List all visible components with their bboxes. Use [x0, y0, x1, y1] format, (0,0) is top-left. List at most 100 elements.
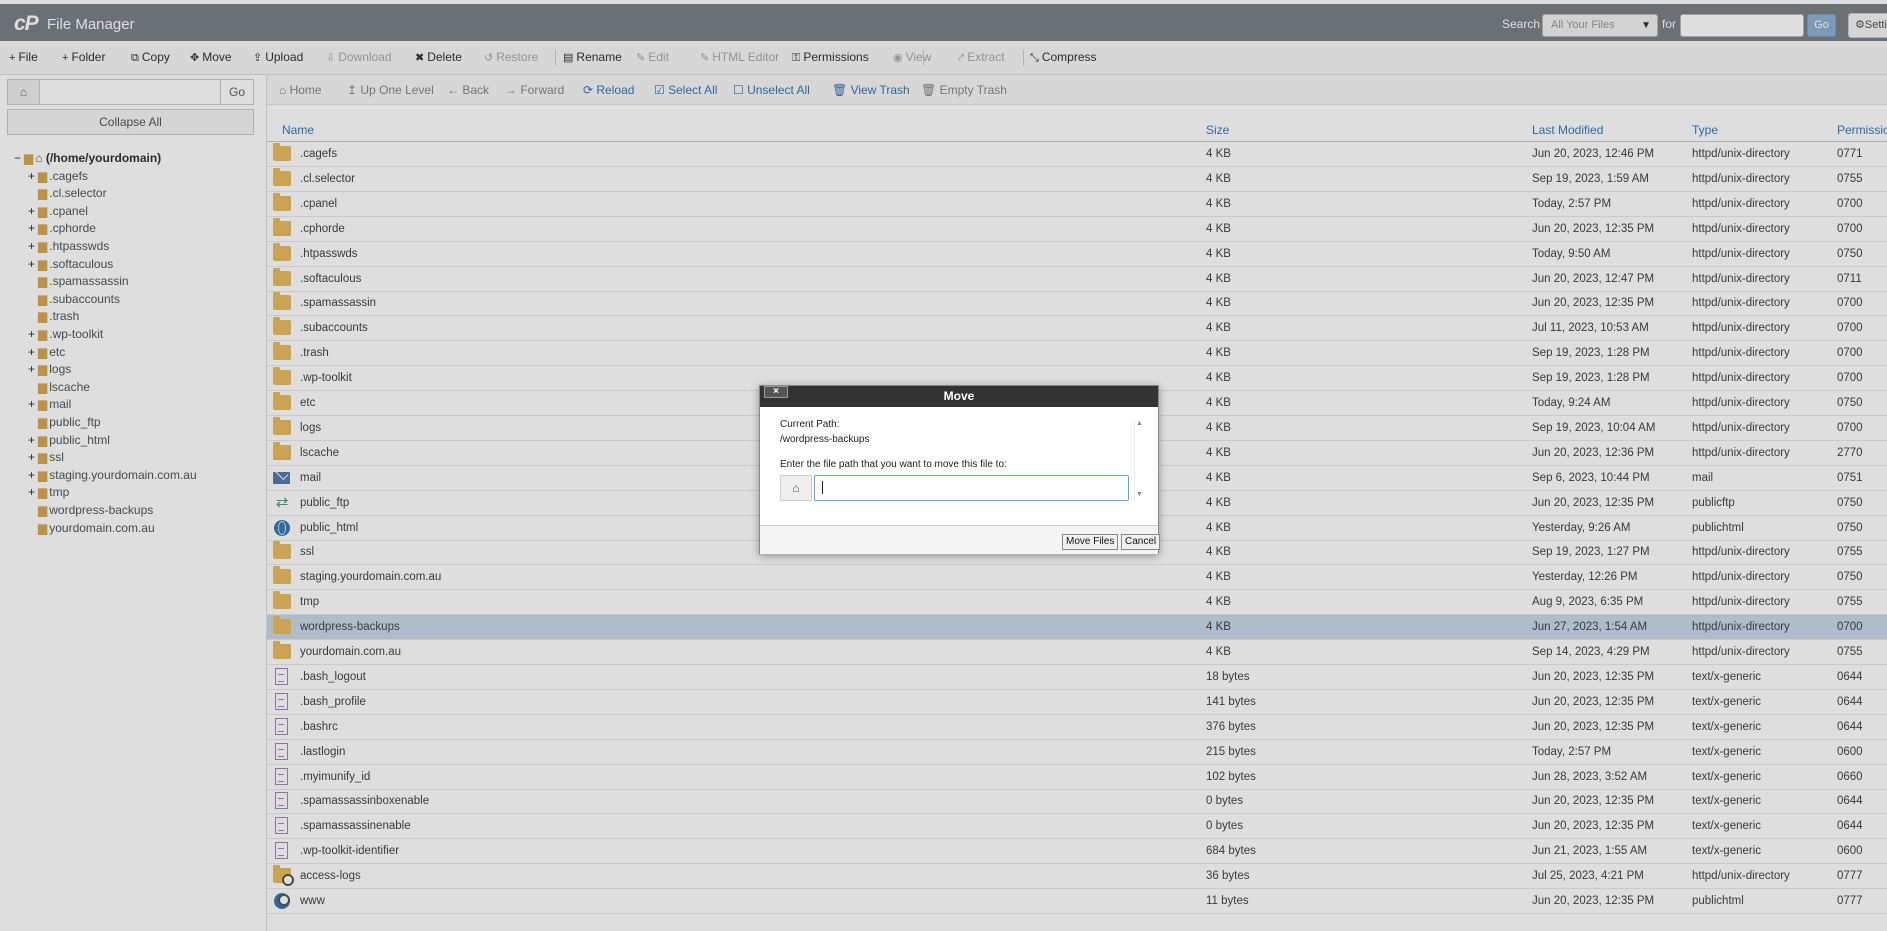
expand-icon[interactable]: +	[28, 433, 38, 447]
collapse-icon[interactable]: −	[14, 151, 24, 165]
tree-item[interactable]: ▆ .cl.selector	[28, 186, 107, 200]
home-button[interactable]: ⌂ Home	[279, 83, 322, 97]
tree-item[interactable]: ▆ wordpress-backups	[28, 503, 153, 517]
view-trash-button[interactable]: 🗑 View Trash	[832, 83, 910, 97]
tree-item[interactable]: + ▆ .softaculous	[28, 257, 113, 271]
empty-trash-button[interactable]: 🗑 Empty Trash	[921, 83, 1007, 97]
tree-item[interactable]: ▆ yourdomain.com.au	[28, 521, 155, 535]
destination-path-input[interactable]	[814, 475, 1129, 501]
column-permissions[interactable]: Permissions	[1837, 123, 1887, 137]
tree-item[interactable]: + ▆ mail	[28, 397, 71, 411]
collapse-all-button[interactable]: Collapse All	[7, 109, 254, 135]
table-row[interactable]: .cagefs 4 KB Jun 20, 2023, 12:46 PM httpd/u…	[267, 142, 1887, 167]
tree-item[interactable]: − ▆ ⌂ (/home/yourdomain)	[14, 151, 161, 165]
tree-item[interactable]: ▆ .trash	[28, 309, 79, 323]
up-one-level-button[interactable]: ↥ Up One Level	[347, 83, 434, 97]
delete-button[interactable]: ✖ Delete	[415, 50, 462, 64]
tree-item[interactable]: ▆ .subaccounts	[28, 292, 120, 306]
search-input[interactable]	[1680, 14, 1804, 37]
expand-icon[interactable]: +	[28, 397, 38, 411]
permissions-button[interactable]: ⚿ Permissions	[792, 50, 869, 65]
compress-button[interactable]: ⤡ Compress	[1030, 50, 1097, 65]
table-row[interactable]: .spamassassin 4 KB Jun 20, 2023, 12:35 PM h…	[267, 291, 1887, 317]
column-last-modified[interactable]: Last Modified	[1532, 123, 1603, 137]
table-row[interactable]: .myimunify_id 102 bytes Jun 28, 2023, 3:52…	[267, 765, 1887, 790]
table-row[interactable]: .cphorde 4 KB Jun 20, 2023, 12:35 PM httpd/…	[267, 217, 1887, 242]
column-size[interactable]: Size	[1206, 123, 1229, 137]
expand-icon[interactable]: +	[28, 257, 38, 271]
dialog-scrollbar[interactable]: ▲ ▼	[1134, 420, 1144, 502]
tree-item[interactable]: + ▆ staging.yourdomain.com.au	[28, 468, 197, 482]
table-row[interactable]: www 11 bytes Jun 20, 2023, 12:35 PM publich…	[267, 889, 1887, 914]
table-row[interactable]: .spamassassinenable 0 bytes Jun 20, 2023, …	[267, 814, 1887, 840]
expand-icon[interactable]: +	[28, 450, 38, 464]
file-button[interactable]: + File	[9, 50, 38, 64]
table-row[interactable]: tmp 4 KB Aug 9, 2023, 6:35 PM httpd/unix-di…	[267, 590, 1887, 616]
tree-item[interactable]: + ▆ logs	[28, 362, 71, 376]
rename-button[interactable]: ▤ Rename	[563, 50, 622, 64]
tree-item[interactable]: + ▆ public_html	[28, 433, 110, 447]
table-row[interactable]: .bash_profile 141 bytes Jun 20, 2023, 12:3…	[267, 690, 1887, 715]
column-type[interactable]: Type	[1692, 123, 1718, 137]
extract-button[interactable]: ⤤ Extract	[958, 50, 1005, 65]
tree-item[interactable]: + ▆ tmp	[28, 485, 69, 499]
scroll-up-icon[interactable]: ▲	[1135, 420, 1144, 427]
cancel-button[interactable]: Cancel	[1121, 534, 1161, 550]
select-all-button[interactable]: ☑ Select All	[654, 83, 717, 97]
expand-icon[interactable]: +	[28, 327, 38, 341]
expand-icon[interactable]: +	[28, 169, 38, 183]
html-editor-button[interactable]: ✎ HTML Editor	[700, 50, 779, 64]
table-row[interactable]: yourdomain.com.au 4 KB Sep 14, 2023, 4:29 …	[267, 640, 1887, 665]
expand-icon[interactable]: +	[28, 485, 38, 499]
back-button[interactable]: ← Back	[447, 83, 489, 97]
upload-button[interactable]: ⇪ Upload	[253, 50, 303, 64]
table-row[interactable]: .cl.selector 4 KB Sep 19, 2023, 1:59 AM htt…	[267, 167, 1887, 192]
table-row[interactable]: .cpanel 4 KB Today, 2:57 PM httpd/unix-dire…	[267, 192, 1887, 217]
table-row[interactable]: .lastlogin 215 bytes Today, 2:57 PM text/x-…	[267, 740, 1887, 765]
tree-item[interactable]: ▆ .spamassassin	[28, 274, 129, 288]
settings-button[interactable]: ⚙Settings	[1848, 13, 1887, 38]
reload-button[interactable]: ⟳ Reload	[583, 83, 634, 97]
tree-item[interactable]: + ▆ .cphorde	[28, 221, 96, 235]
expand-icon[interactable]: +	[28, 345, 38, 359]
close-icon[interactable]: ×	[764, 386, 788, 398]
table-row[interactable]: access-logs 36 bytes Jul 25, 2023, 4:21 PM…	[267, 864, 1887, 890]
tree-item[interactable]: + ▆ .cagefs	[28, 169, 88, 183]
scroll-down-icon[interactable]: ▼	[1135, 491, 1144, 498]
tree-item[interactable]: + ▆ .wp-toolkit	[28, 327, 103, 341]
table-row[interactable]: .trash 4 KB Sep 19, 2023, 1:28 PM httpd/uni…	[267, 341, 1887, 367]
tree-item[interactable]: + ▆ .cpanel	[28, 204, 88, 218]
tree-item[interactable]: ▆ public_ftp	[28, 415, 101, 429]
tree-item[interactable]: + ▆ ssl	[28, 450, 64, 464]
view-button[interactable]: ◉ View	[893, 50, 931, 64]
copy-button[interactable]: ⧉ Copy	[131, 50, 170, 65]
expand-icon[interactable]: +	[28, 221, 38, 235]
tree-item[interactable]: + ▆ .htpasswds	[28, 239, 109, 253]
table-row[interactable]: .bashrc 376 bytes Jun 20, 2023, 12:35 PM te…	[267, 715, 1887, 740]
table-row[interactable]: .wp-toolkit-identifier 684 bytes Jun 21, 2…	[267, 839, 1887, 865]
table-row[interactable]: .htpasswds 4 KB Today, 9:50 AM httpd/unix-d…	[267, 242, 1887, 267]
forward-button[interactable]: → Forward	[505, 83, 564, 97]
move-button[interactable]: ✥ Move	[190, 50, 232, 64]
table-row[interactable]: .spamassassinboxenable 0 bytes Jun 20, 202…	[267, 789, 1887, 815]
search-go-button[interactable]: Go	[1807, 14, 1836, 37]
expand-icon[interactable]: +	[28, 204, 38, 218]
folder-button[interactable]: + Folder	[62, 50, 105, 64]
move-files-button[interactable]: Move Files	[1062, 534, 1119, 550]
column-name[interactable]: Name	[282, 123, 314, 137]
search-scope-select[interactable]: All Your Files ▼	[1542, 14, 1658, 37]
expand-icon[interactable]: +	[28, 362, 38, 376]
home-icon[interactable]: ⌂	[8, 80, 40, 104]
table-row[interactable]: .bash_logout 18 bytes Jun 20, 2023, 12:35 …	[267, 665, 1887, 690]
expand-icon[interactable]: +	[28, 239, 38, 253]
expand-icon[interactable]: +	[28, 468, 38, 482]
table-row[interactable]: staging.yourdomain.com.au 4 KB Yesterday, …	[267, 565, 1887, 591]
table-row[interactable]: .subaccounts 4 KB Jul 11, 2023, 10:53 AM ht…	[267, 316, 1887, 342]
tree-item[interactable]: ▆ lscache	[28, 380, 90, 394]
path-go-button[interactable]: Go	[220, 80, 253, 104]
table-row[interactable]: wordpress-backups 4 KB Jun 27, 2023, 1:54 …	[267, 615, 1887, 641]
unselect-all-button[interactable]: ☐ Unselect All	[733, 83, 810, 97]
edit-button[interactable]: ✎ Edit	[636, 50, 669, 64]
restore-button[interactable]: ↺ Restore	[484, 50, 538, 64]
tree-item[interactable]: + ▆ etc	[28, 345, 65, 359]
